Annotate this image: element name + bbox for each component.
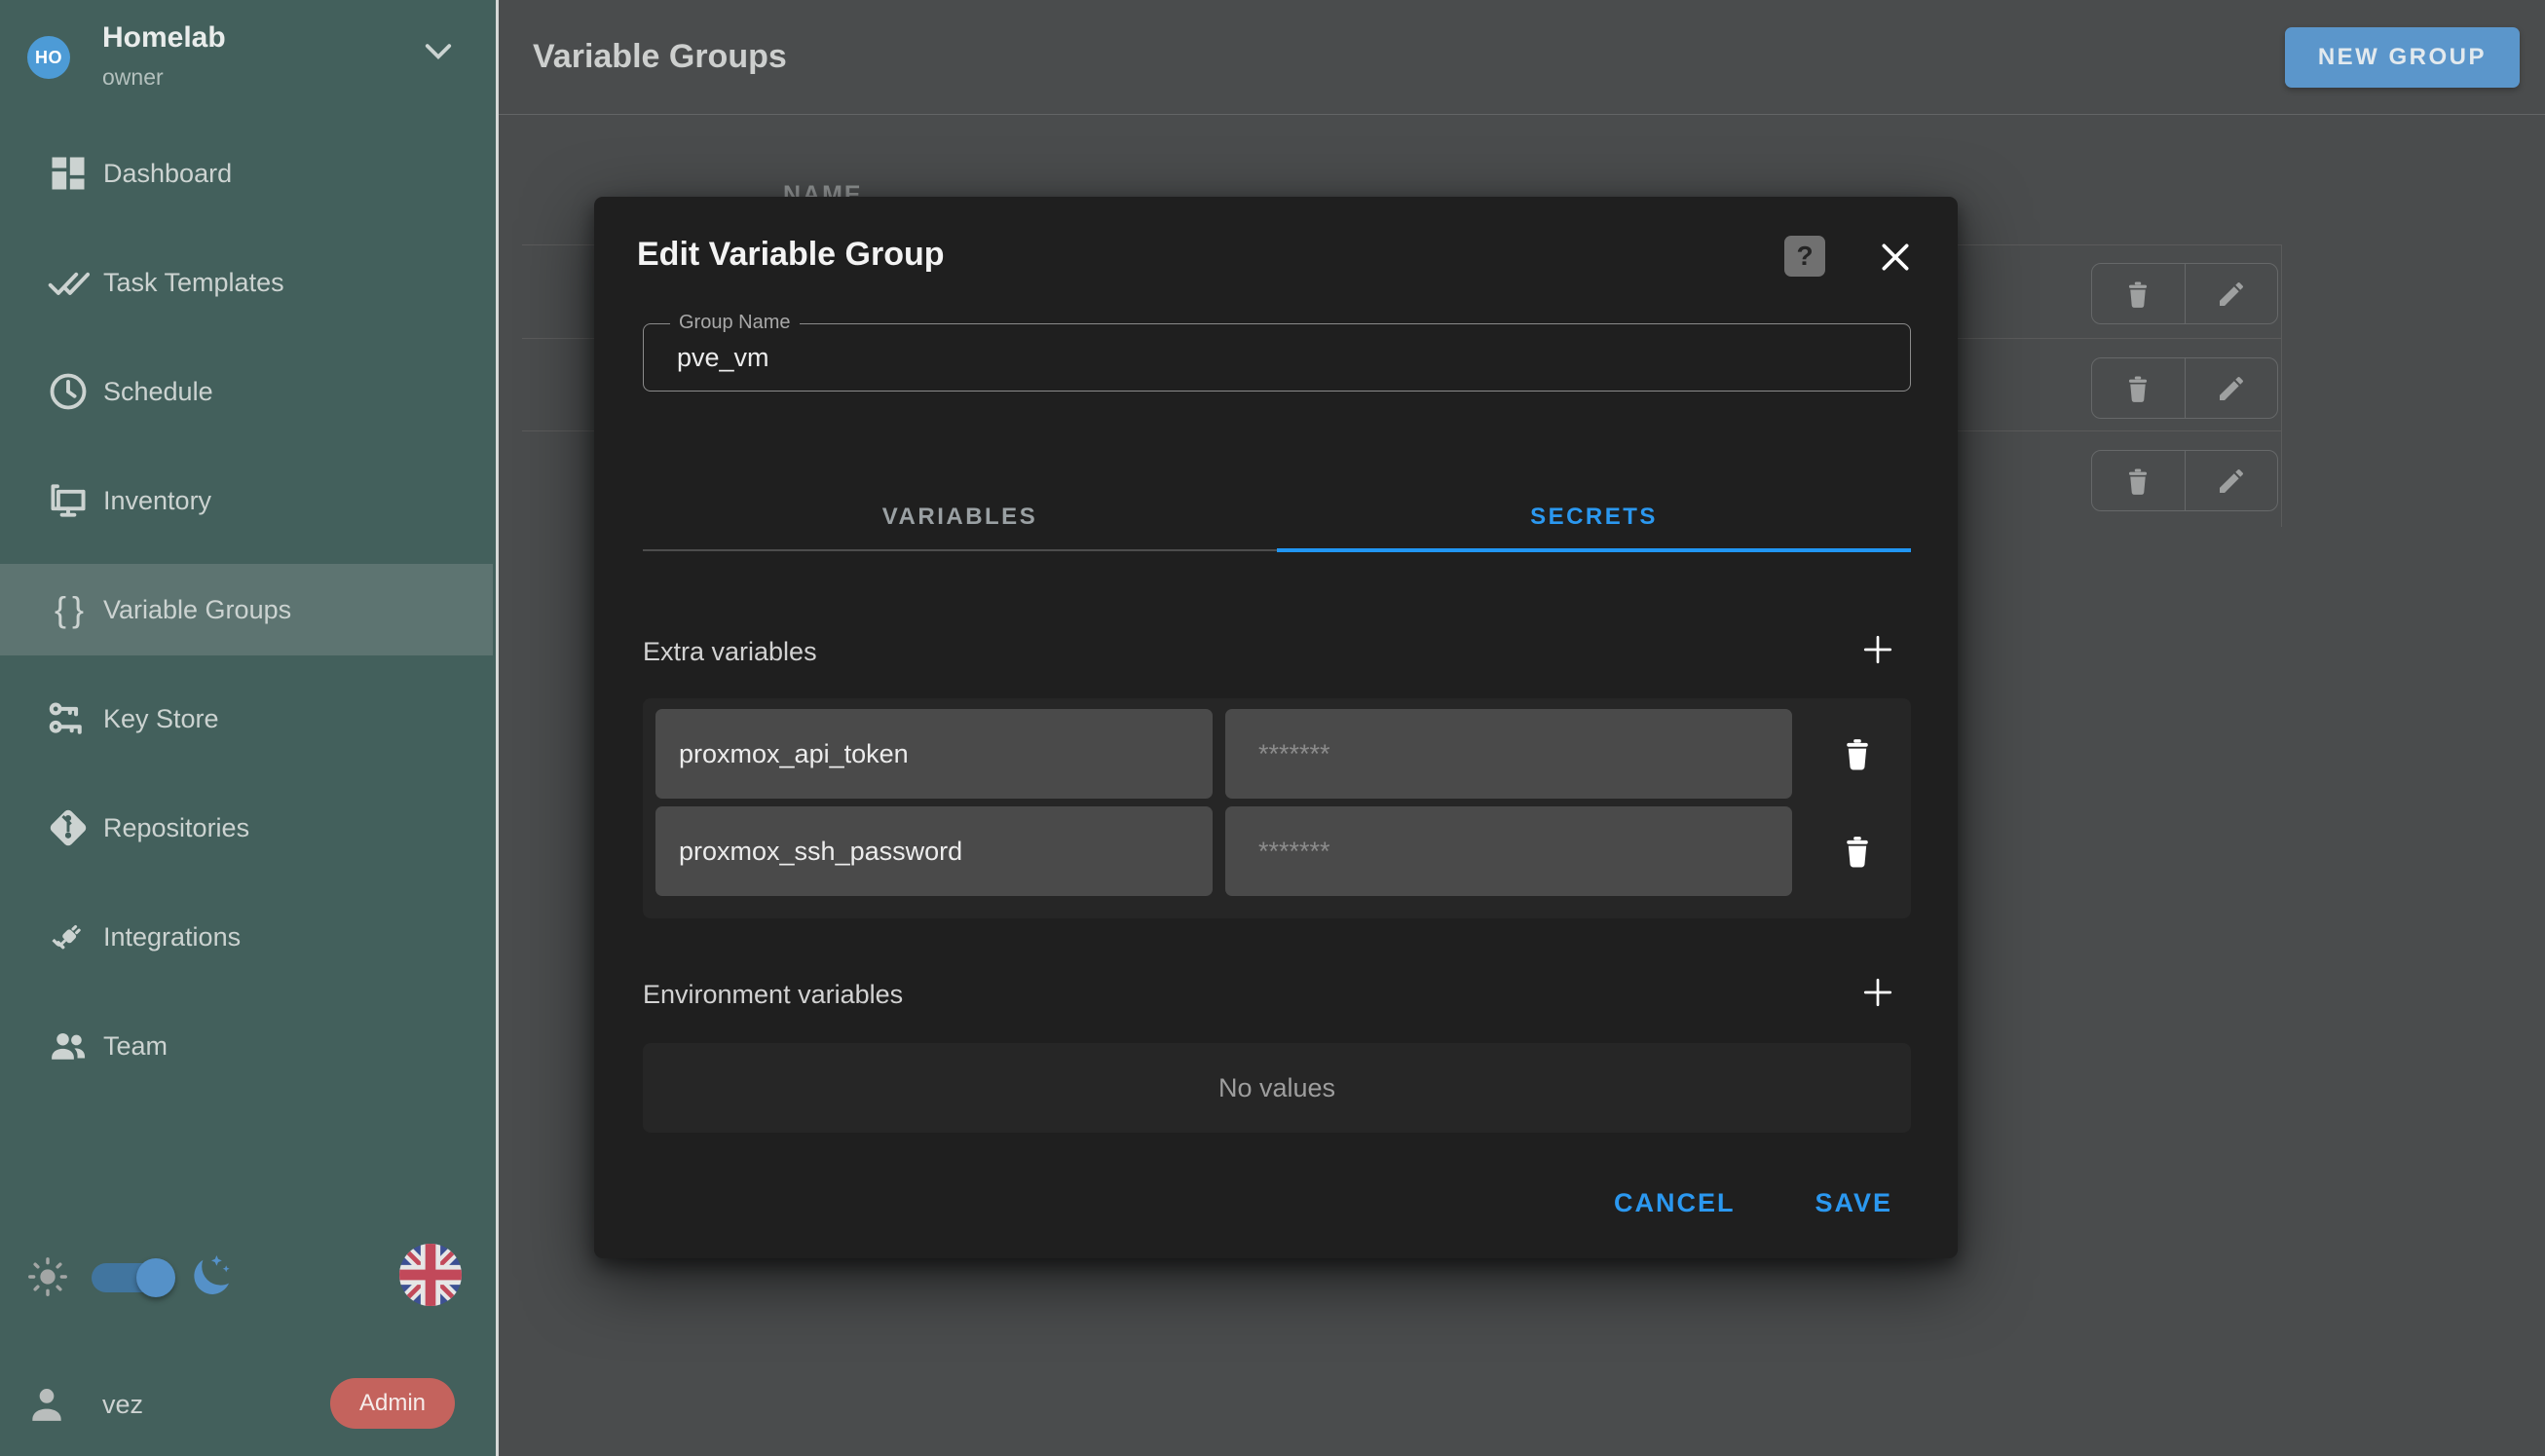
trash-icon <box>2122 279 2153 310</box>
new-group-button[interactable]: NEW GROUP <box>2285 27 2520 88</box>
close-icon[interactable] <box>1876 238 1915 277</box>
pencil-icon <box>2216 279 2247 310</box>
project-avatar: HO <box>27 36 70 79</box>
theme-row <box>0 1244 493 1312</box>
plus-icon <box>1860 632 1895 667</box>
edit-row-button[interactable] <box>2185 264 2278 323</box>
pencil-icon <box>2216 373 2247 404</box>
app-screen: Variable Groups NEW GROUP NAME <box>0 0 2545 1456</box>
clock-icon <box>47 370 90 413</box>
sidebar-footer: vez Admin <box>0 1232 493 1456</box>
sidebar-item-repositories[interactable]: Repositories <box>0 782 493 874</box>
dialog-actions: CANCEL SAVE <box>1614 1188 1892 1218</box>
tab-variables[interactable]: VARIABLES <box>643 485 1277 548</box>
sidebar-item-label: Repositories <box>103 813 249 843</box>
sidebar-item-label: Inventory <box>103 486 211 516</box>
sidebar: HO Homelab owner Dashboard Task Template… <box>0 0 499 1456</box>
edit-variable-group-dialog: Edit Variable Group ? Group Name VARIABL… <box>594 197 1958 1258</box>
pencil-icon <box>2216 466 2247 497</box>
environment-variables-empty-panel: No values <box>643 1043 1911 1133</box>
tab-track <box>643 549 1277 551</box>
table-row-actions <box>2091 450 2278 511</box>
group-name-field: Group Name <box>643 323 1911 392</box>
monitor-icon <box>47 479 90 522</box>
plug-icon <box>47 915 90 958</box>
sidebar-item-label: Dashboard <box>103 159 232 189</box>
role-badge: Admin <box>330 1378 455 1429</box>
project-name: Homelab <box>102 21 226 55</box>
sun-icon <box>25 1254 70 1299</box>
sidebar-item-schedule[interactable]: Schedule <box>0 346 493 437</box>
help-button[interactable]: ? <box>1784 236 1825 277</box>
dashboard-icon <box>47 152 90 195</box>
group-name-input[interactable] <box>644 324 1910 391</box>
sidebar-item-label: Variable Groups <box>103 595 291 625</box>
sidebar-item-label: Schedule <box>103 377 213 407</box>
edit-row-button[interactable] <box>2185 358 2278 418</box>
sidebar-item-label: Team <box>103 1031 168 1062</box>
sidebar-item-inventory[interactable]: Inventory <box>0 455 493 546</box>
keys-icon <box>47 697 90 740</box>
sidebar-item-key-store[interactable]: Key Store <box>0 673 493 765</box>
person-icon <box>25 1383 68 1426</box>
sidebar-item-label: Task Templates <box>103 268 284 298</box>
add-extra-variable-button[interactable] <box>1860 632 1895 667</box>
toggle-thumb <box>136 1258 175 1297</box>
active-tab-indicator <box>1277 548 1911 552</box>
sidebar-item-team[interactable]: Team <box>0 1000 493 1092</box>
sidebar-item-label: Key Store <box>103 704 219 734</box>
trash-icon <box>2122 373 2153 404</box>
delete-row-button[interactable] <box>2092 358 2185 418</box>
project-switcher[interactable]: HO Homelab owner <box>0 0 496 117</box>
braces-icon: { } <box>47 588 90 631</box>
moon-stars-icon <box>187 1251 234 1298</box>
git-icon <box>47 806 90 849</box>
extra-variables-panel <box>643 698 1911 918</box>
user-row[interactable]: vez Admin <box>0 1378 493 1431</box>
table-column-separator <box>2281 244 2282 527</box>
username: vez <box>102 1390 143 1420</box>
question-mark-icon: ? <box>1796 241 1813 272</box>
add-environment-variable-button[interactable] <box>1860 975 1895 1010</box>
secret-name-input[interactable] <box>655 709 1213 799</box>
trash-icon <box>1839 735 1876 772</box>
secret-name-input[interactable] <box>655 806 1213 896</box>
environment-variables-label: Environment variables <box>643 980 903 1010</box>
double-check-icon <box>47 261 90 304</box>
tab-secrets[interactable]: SECRETS <box>1277 485 1911 548</box>
trash-icon <box>1839 833 1876 870</box>
sidebar-nav: Dashboard Task Templates Schedule Invent… <box>0 128 493 1109</box>
dark-mode-toggle[interactable] <box>92 1263 166 1292</box>
project-role: owner <box>102 64 164 91</box>
sidebar-item-task-templates[interactable]: Task Templates <box>0 237 493 328</box>
edit-row-button[interactable] <box>2185 451 2278 510</box>
extra-variables-label: Extra variables <box>643 637 817 667</box>
chevron-down-icon <box>424 43 453 62</box>
secret-row <box>643 806 1911 896</box>
secret-value-input[interactable] <box>1225 806 1792 896</box>
cancel-button[interactable]: CANCEL <box>1614 1188 1736 1218</box>
secret-value-input[interactable] <box>1225 709 1792 799</box>
sidebar-item-integrations[interactable]: Integrations <box>0 891 493 983</box>
topbar: Variable Groups NEW GROUP <box>499 0 2545 115</box>
sidebar-item-label: Integrations <box>103 922 241 952</box>
trash-icon <box>2122 466 2153 497</box>
sidebar-item-variable-groups[interactable]: { } Variable Groups <box>0 564 493 655</box>
sidebar-item-dashboard[interactable]: Dashboard <box>0 128 493 219</box>
dialog-title: Edit Variable Group <box>637 236 945 274</box>
no-values-text: No values <box>1218 1073 1335 1103</box>
save-button[interactable]: SAVE <box>1815 1188 1892 1218</box>
delete-row-button[interactable] <box>2092 451 2185 510</box>
page-title: Variable Groups <box>533 38 787 76</box>
plus-icon <box>1860 975 1895 1010</box>
delete-secret-button[interactable] <box>1839 735 1876 772</box>
table-row-actions <box>2091 357 2278 419</box>
delete-secret-button[interactable] <box>1839 833 1876 870</box>
delete-row-button[interactable] <box>2092 264 2185 323</box>
table-row-actions <box>2091 263 2278 324</box>
language-flag-uk[interactable] <box>399 1244 462 1306</box>
secret-row <box>643 709 1911 799</box>
dialog-tabs: VARIABLES SECRETS <box>643 485 1911 553</box>
people-icon <box>47 1025 90 1067</box>
